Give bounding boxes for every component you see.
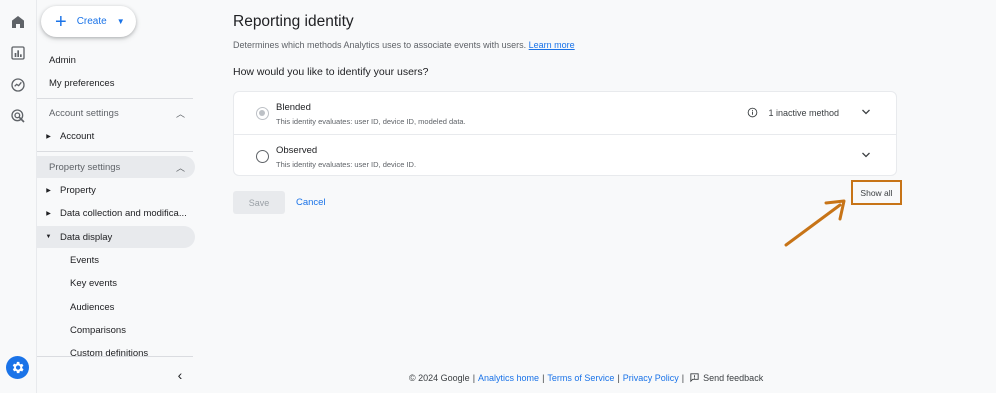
chevron-down-icon[interactable]: [860, 149, 872, 161]
sidebar-item-my-preferences[interactable]: My preferences: [37, 72, 195, 94]
sidebar-section-property-settings[interactable]: Property settings ︿: [37, 156, 195, 178]
option-name: Observed: [276, 145, 318, 156]
save-button[interactable]: Save: [233, 191, 285, 214]
sidebar-item-label: Admin: [49, 54, 76, 66]
radio-blended[interactable]: [256, 107, 269, 120]
divider: [37, 98, 193, 99]
sidebar-item-label: Account: [60, 130, 95, 142]
admin-sidebar: + Create ▼ Admin My preferences Account …: [37, 0, 200, 393]
page-description: Determines which methods Analytics uses …: [233, 40, 575, 50]
reports-icon[interactable]: [8, 43, 28, 63]
option-description: This identity evaluates: user ID, device…: [276, 160, 417, 169]
option-blended[interactable]: Blended This identity evaluates: user ID…: [234, 92, 896, 134]
sidebar-item-label: Custom definitions: [70, 348, 149, 356]
cancel-button[interactable]: Cancel: [296, 197, 326, 208]
footer: © 2024 Google | Analytics home | Terms o…: [409, 372, 764, 383]
option-name: Blended: [276, 102, 311, 113]
sidebar-item-label: Key events: [70, 277, 117, 289]
expand-arrow-icon: ▶: [46, 133, 51, 140]
sidebar-subitem-audiences[interactable]: Audiences: [37, 296, 195, 318]
left-rail: [0, 0, 37, 393]
description-text: Determines which methods Analytics uses …: [233, 40, 527, 50]
create-label: Create: [76, 16, 107, 27]
sidebar-item-label: Comparisons: [70, 324, 126, 336]
sidebar-item-label: My preferences: [49, 77, 115, 89]
section-question: How would you like to identify your user…: [233, 66, 429, 78]
sidebar-subitem-comparisons[interactable]: Comparisons: [37, 319, 195, 341]
chevron-up-icon: ︿: [175, 163, 185, 173]
show-all-button[interactable]: Show all: [851, 180, 902, 205]
send-feedback-link[interactable]: Send feedback: [703, 373, 763, 383]
chevron-up-icon: ︿: [175, 109, 185, 119]
inactive-method-info: 1 inactive method: [747, 107, 839, 118]
sidebar-item-label: Property: [60, 184, 96, 196]
explore-icon[interactable]: [8, 75, 28, 95]
gear-icon[interactable]: [6, 356, 29, 379]
sidebar-item-admin[interactable]: Admin: [37, 49, 195, 71]
privacy-link[interactable]: Privacy Policy: [623, 373, 679, 383]
caret-down-icon: ▼: [116, 17, 125, 26]
create-button[interactable]: + Create ▼: [41, 6, 136, 37]
option-observed[interactable]: Observed This identity evaluates: user I…: [234, 134, 896, 176]
radio-observed[interactable]: [256, 150, 269, 163]
identity-options-card: Blended This identity evaluates: user ID…: [233, 91, 897, 176]
sidebar-item-label: Data collection and modifica...: [60, 207, 187, 219]
section-label: Property settings: [49, 161, 121, 173]
collapse-arrow-icon: ▼: [45, 234, 52, 240]
home-icon[interactable]: [8, 12, 28, 32]
collapse-sidebar-button[interactable]: ‹: [173, 366, 187, 384]
sidebar-subitem-custom-definitions[interactable]: Custom definitions: [37, 342, 195, 356]
sidebar-item-data-collection[interactable]: ▶ Data collection and modifica...: [37, 202, 195, 224]
chevron-down-icon[interactable]: [860, 106, 872, 118]
page-title: Reporting identity: [233, 13, 354, 30]
plus-icon: +: [55, 10, 67, 33]
learn-more-link[interactable]: Learn more: [529, 40, 575, 50]
divider: [37, 356, 193, 357]
sidebar-item-data-display[interactable]: ▼ Data display: [37, 226, 195, 248]
sidebar-section-account-settings[interactable]: Account settings ︿: [37, 102, 195, 124]
annotation-arrow-icon: [784, 199, 846, 247]
terms-link[interactable]: Terms of Service: [547, 373, 614, 383]
expand-arrow-icon: ▶: [46, 187, 51, 194]
feedback-icon: [690, 373, 699, 383]
sidebar-item-property[interactable]: ▶ Property: [37, 179, 195, 201]
sidebar-subitem-events[interactable]: Events: [37, 249, 195, 271]
section-label: Account settings: [49, 107, 119, 119]
option-description: This identity evaluates: user ID, device…: [276, 117, 466, 126]
expand-arrow-icon: ▶: [46, 210, 51, 217]
advertising-icon[interactable]: [8, 106, 28, 126]
sidebar-item-account[interactable]: ▶ Account: [37, 125, 195, 147]
divider: [37, 151, 193, 152]
copyright: © 2024 Google: [409, 372, 470, 383]
sidebar-item-label: Data display: [60, 231, 113, 243]
info-icon: [748, 107, 758, 118]
sidebar-item-label: Events: [70, 254, 100, 266]
info-text: 1 inactive method: [768, 107, 839, 118]
sidebar-item-label: Audiences: [70, 301, 115, 313]
analytics-home-link[interactable]: Analytics home: [478, 373, 539, 383]
sidebar-subitem-key-events[interactable]: Key events: [37, 272, 195, 294]
